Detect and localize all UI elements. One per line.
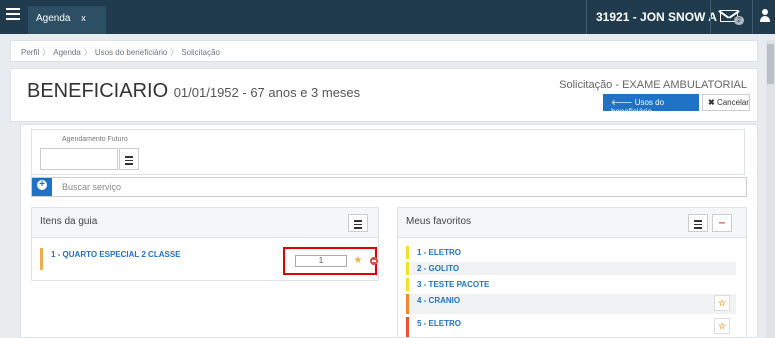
top-bar: Agenda x 31921 - JON SNOW A 2: [0, 0, 775, 34]
quantity-input[interactable]: 1: [295, 255, 347, 267]
breadcrumb-solicitacao: Solicitação: [181, 48, 220, 57]
favoritos-header: Meus favoritos –: [398, 208, 746, 238]
favoritos-list: 1 - ELETRO 2 - GOLITO 3 - TESTE PACOTE 4…: [406, 246, 736, 338]
request-type: Solicitação - EXAME AMBULATORIAL: [559, 79, 747, 91]
breadcrumb-separator: 〉: [42, 48, 51, 57]
remove-icon[interactable]: [367, 254, 381, 268]
list-item[interactable]: 3 - TESTE PACOTE: [406, 278, 736, 291]
list-icon: [354, 220, 362, 229]
agendamento-label: Agendamento Futuro: [62, 136, 128, 143]
beneficiary-header: BENEFICIARIO 01/01/1952 - 67 anos e 3 me…: [10, 68, 758, 122]
beneficiary-title: BENEFICIARIO: [27, 80, 169, 102]
add-circle-icon[interactable]: [32, 178, 52, 196]
user-icon[interactable]: [760, 9, 770, 23]
breadcrumb-perfil[interactable]: Perfil: [21, 48, 39, 57]
agendamento-section: Agendamento Futuro: [31, 129, 745, 175]
user-name[interactable]: 31921 - JON SNOW A: [596, 10, 717, 24]
beneficiary-birth-age: 01/01/1952 - 67 anos e 3 meses: [173, 85, 361, 100]
breadcrumb-separator: 〉: [83, 48, 92, 57]
tab-close-icon[interactable]: x: [81, 13, 86, 23]
search-input[interactable]: Buscar serviço: [62, 182, 121, 192]
hamburger-menu-icon[interactable]: [6, 8, 20, 22]
breadcrumb: Perfil 〉 Agenda 〉 Usos do beneficiário 〉 Solic…: [10, 40, 758, 62]
itens-guia-menu-button[interactable]: [348, 214, 368, 232]
favoritos-title: Meus favoritos: [406, 216, 472, 227]
fav-label: 1 - ELETRO: [417, 248, 462, 257]
divider: [752, 0, 753, 34]
breadcrumb-agenda[interactable]: Agenda: [53, 48, 81, 57]
star-icon[interactable]: ☆: [714, 295, 730, 311]
star-icon[interactable]: ★: [351, 254, 365, 268]
list-item[interactable]: 4 - CRANIO ☆: [406, 294, 736, 314]
cancel-button[interactable]: ✖ Cancelar: [702, 94, 750, 111]
close-icon: ✖: [708, 98, 717, 107]
tab-label: Agenda: [36, 13, 71, 24]
fav-label: 3 - TESTE PACOTE: [417, 280, 490, 289]
list-item[interactable]: 5 - ELETRO ☆: [406, 317, 736, 337]
star-icon[interactable]: ☆: [714, 318, 730, 334]
fav-label: 4 - CRANIO: [417, 296, 461, 305]
list-item[interactable]: 2 - GOLITO: [406, 262, 736, 275]
agendamento-list-button[interactable]: [119, 148, 139, 170]
scroll-thumb[interactable]: [767, 44, 774, 84]
scrollbar[interactable]: [766, 40, 775, 338]
page-title: BENEFICIARIO 01/01/1952 - 67 anos e 3 me…: [27, 80, 360, 103]
fav-label: 2 - GOLITO: [417, 264, 460, 273]
favoritos-panel: Meus favoritos – 1 - ELETRO 2 - GOLITO 3…: [397, 207, 747, 338]
divider: [586, 0, 587, 34]
main-content: Agendamento Futuro Buscar serviço Itens …: [20, 124, 758, 338]
list-icon: [694, 220, 702, 229]
fav-label: 5 - ELETRO: [417, 319, 462, 328]
itens-guia-panel: Itens da guia 1 - QUARTO ESPECIAL 2 CLAS…: [31, 207, 379, 281]
cancel-label: Cancelar: [716, 98, 749, 107]
item-label[interactable]: 1 - QUARTO ESPECIAL 2 CLASSE: [51, 250, 181, 259]
breadcrumb-separator: 〉: [170, 48, 179, 57]
quantity-highlight: 1 ★: [283, 247, 378, 275]
agendamento-input[interactable]: [40, 148, 118, 170]
usos-beneficiario-button[interactable]: 🡐 Usos do beneficiário: [603, 94, 699, 116]
arrow-left-icon: 🡐: [611, 98, 635, 107]
breadcrumb-usos[interactable]: Usos do beneficiário: [95, 48, 167, 57]
favoritos-remove-button[interactable]: –: [712, 214, 732, 232]
itens-guia-header: Itens da guia: [32, 208, 378, 238]
favoritos-menu-button[interactable]: [688, 214, 708, 232]
list-item: 1 - QUARTO ESPECIAL 2 CLASSE 1 ★: [40, 247, 378, 275]
tab-agenda[interactable]: Agenda x: [28, 6, 106, 34]
list-icon: [125, 156, 133, 165]
mail-count-badge: 2: [734, 16, 744, 25]
search-service: Buscar serviço: [31, 177, 747, 197]
list-item[interactable]: 1 - ELETRO: [406, 246, 736, 259]
divider: [710, 0, 711, 34]
itens-guia-title: Itens da guia: [40, 216, 98, 227]
